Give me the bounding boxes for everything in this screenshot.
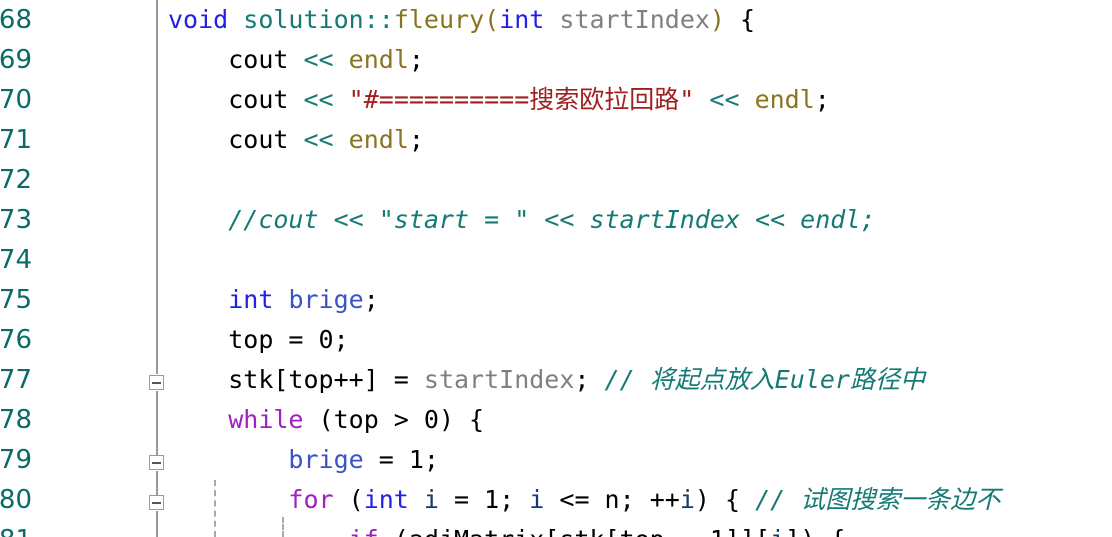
- token-endl: endl: [348, 45, 409, 74]
- code-line-376[interactable]: top = 0;: [168, 320, 349, 360]
- line-number: 381: [0, 520, 32, 537]
- code-content[interactable]: void solution::fleury(int startIndex) { …: [168, 0, 1112, 537]
- line-number: 368: [0, 5, 32, 35]
- token-brace-open: {: [724, 5, 756, 34]
- line-number: 377: [0, 365, 32, 395]
- indent-guide-level-5: [282, 517, 284, 537]
- token-cout: cout: [228, 125, 289, 154]
- fold-rail-bottom: [156, 511, 158, 537]
- code-line-371[interactable]: cout << endl;: [168, 120, 424, 160]
- line-number: 378: [0, 405, 32, 435]
- token-stream-operator: <<: [303, 125, 334, 154]
- code-line-375[interactable]: int brige;: [168, 280, 379, 320]
- fold-toggle-line-380[interactable]: [149, 455, 164, 470]
- token-keyword-while: while: [228, 405, 304, 434]
- token-loop-variable-i: i: [423, 485, 439, 514]
- token-function-fleury: fleury: [393, 5, 485, 34]
- code-line-377[interactable]: stk[top++] = startIndex; // 将起点放入Euler路径…: [168, 360, 925, 400]
- line-number: 371: [0, 125, 32, 155]
- code-line-378[interactable]: while (top > 0) {: [168, 400, 484, 440]
- token-loop-variable-i: i: [679, 485, 695, 514]
- line-number: 380: [0, 485, 32, 515]
- token-keyword-int: int: [499, 5, 545, 34]
- token-string-literal: "#==========搜索欧拉回路": [348, 85, 695, 114]
- code-folding-gutter[interactable]: [146, 0, 168, 537]
- indent-guide-level-4: [214, 480, 216, 537]
- fold-toggle-line-378[interactable]: [149, 375, 164, 390]
- line-number: 375: [0, 285, 32, 315]
- code-line-369[interactable]: cout << endl;: [168, 40, 424, 80]
- fold-rail-378-380: [156, 391, 158, 455]
- fold-toggle-line-381[interactable]: [149, 495, 164, 510]
- code-line-379[interactable]: brige = 1;: [168, 440, 439, 480]
- code-line-370[interactable]: cout << "#==========搜索欧拉回路" << endl;: [168, 80, 830, 120]
- line-number: 373: [0, 205, 32, 235]
- token-paren-close: ): [709, 5, 725, 34]
- token-cout: cout: [228, 85, 289, 114]
- token-stream-operator: <<: [303, 85, 334, 114]
- line-number-gutter: 368 369 370 371 372 373 374 375 376 377 …: [0, 0, 146, 537]
- fold-rail-380-381: [156, 471, 158, 495]
- token-variable-brige: brige: [288, 285, 364, 314]
- code-line-373[interactable]: //cout << "start = " << startIndex << en…: [168, 200, 875, 240]
- token-param-startindex: startIndex: [559, 5, 710, 34]
- token-endl: endl: [348, 125, 409, 154]
- token-stream-operator: <<: [303, 45, 334, 74]
- token-scope-operator: ::: [363, 5, 394, 34]
- line-number: 376: [0, 325, 32, 355]
- token-class-solution: solution: [243, 5, 364, 34]
- code-editor[interactable]: void solution::fleury(int startIndex) { …: [0, 0, 1112, 537]
- code-line-380[interactable]: for (int i = 1; i <= n; ++i) { // 试图搜索一条…: [168, 480, 1000, 520]
- line-number: 370: [0, 85, 32, 115]
- code-line-381[interactable]: if (adjMatrix[stk[top - 1]][i]) {: [168, 520, 846, 537]
- token-stack-assign: stk[top++] =: [228, 365, 424, 394]
- code-line-368[interactable]: void solution::fleury(int startIndex) {: [168, 0, 755, 40]
- token-comment: //cout << "start = " << startIndex << en…: [228, 205, 876, 234]
- token-stream-operator: <<: [709, 85, 740, 114]
- token-endl: endl: [754, 85, 815, 114]
- token-param-startindex: startIndex: [423, 365, 575, 394]
- token-loop-variable-i: i: [529, 485, 545, 514]
- token-cout: cout: [228, 45, 289, 74]
- line-number: 369: [0, 45, 32, 75]
- token-paren-open: (: [484, 5, 500, 34]
- line-number: 372: [0, 165, 32, 195]
- token-loop-variable-i: i: [770, 525, 785, 537]
- token-comment: // 试图搜索一条边不: [755, 485, 1001, 514]
- token-assignment-top: top = 0;: [228, 325, 349, 354]
- token-keyword-void: void: [168, 5, 229, 34]
- token-keyword-int: int: [228, 285, 274, 314]
- token-variable-brige: brige: [288, 445, 364, 474]
- fold-rail-top: [156, 0, 158, 374]
- token-keyword-int: int: [363, 485, 409, 514]
- line-number: 374: [0, 245, 32, 275]
- token-comment: // 将起点放入Euler路径中: [604, 365, 925, 394]
- token-keyword-for: for: [288, 485, 334, 514]
- token-keyword-if: if: [349, 525, 379, 537]
- line-number: 379: [0, 445, 32, 475]
